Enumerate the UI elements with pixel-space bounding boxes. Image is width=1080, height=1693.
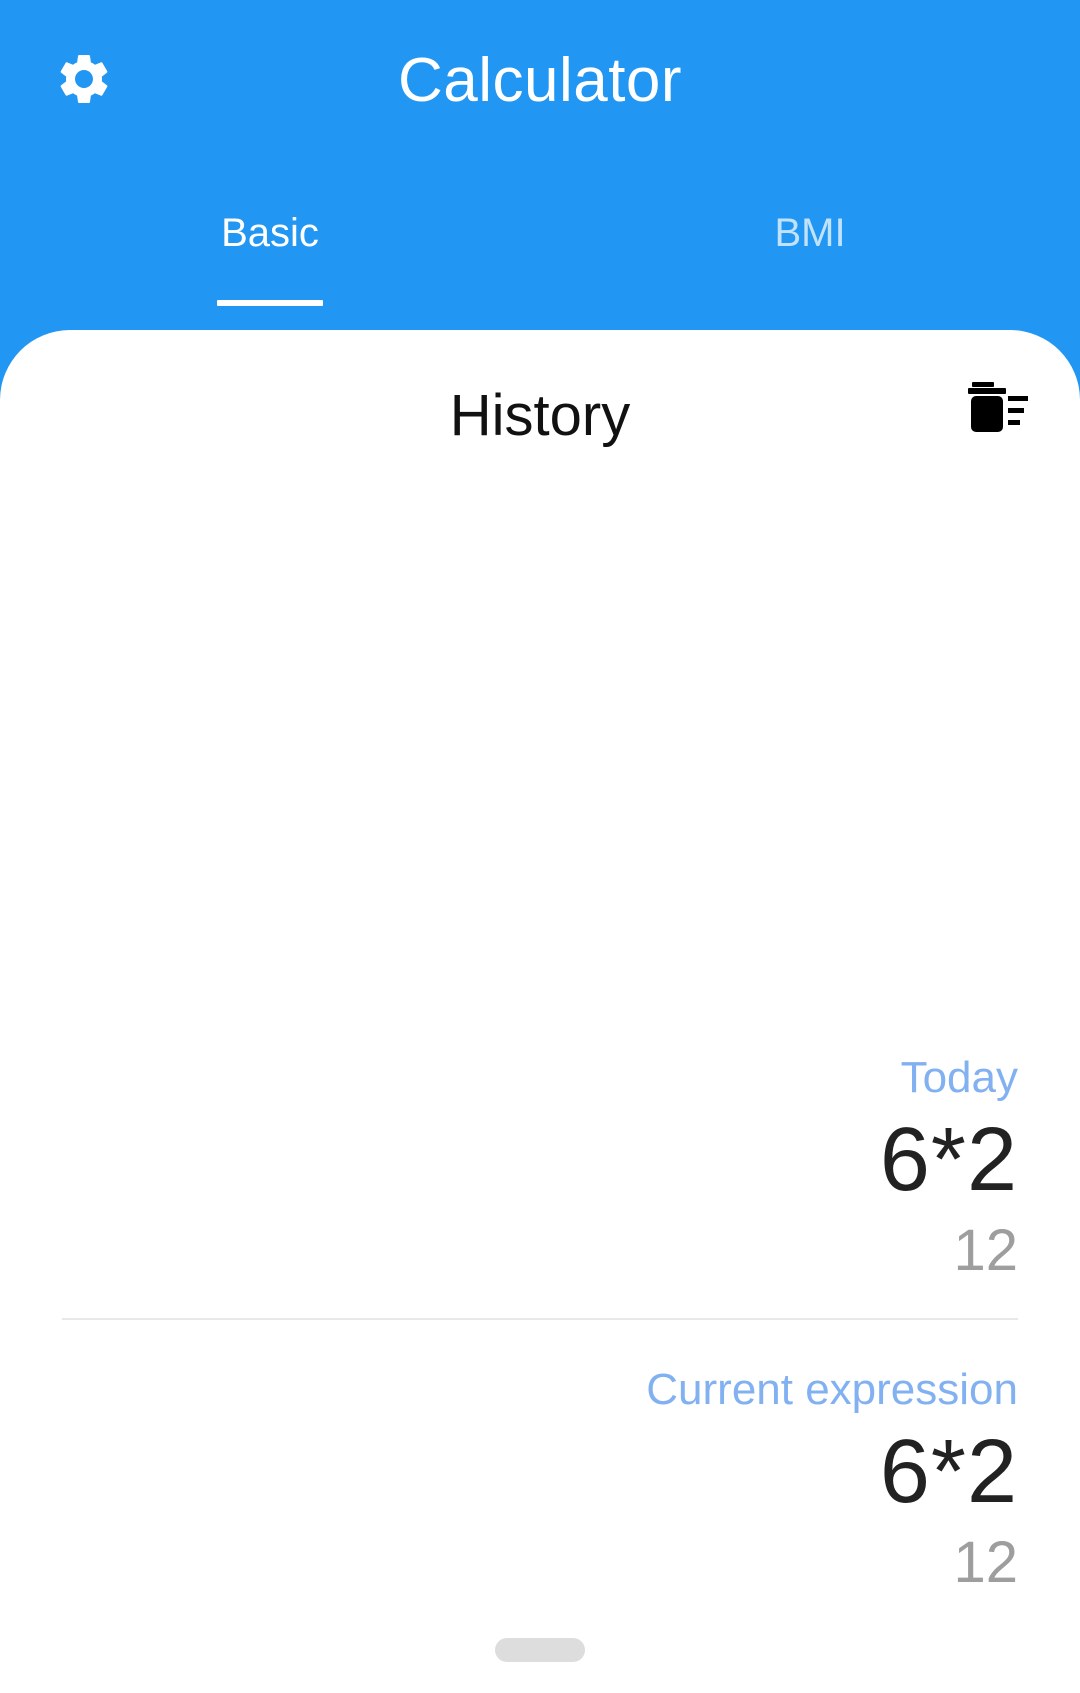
- drag-handle[interactable]: [495, 1638, 585, 1662]
- history-section-header: Today: [900, 1053, 1018, 1102]
- tab-bmi[interactable]: BMI: [540, 190, 1080, 310]
- app-bar: Calculator Basic BMI: [0, 0, 1080, 330]
- history-result: 12: [953, 1218, 1018, 1283]
- clear-history-button[interactable]: [968, 382, 1040, 448]
- history-entry-current[interactable]: Current expression 6*2 12: [118, 1362, 1018, 1600]
- tab-basic[interactable]: Basic: [0, 190, 540, 310]
- history-expression: 6*2: [879, 1110, 1018, 1210]
- tab-bar: Basic BMI: [0, 190, 1080, 330]
- tab-bmi-label: BMI: [774, 211, 846, 255]
- section-divider: [62, 1318, 1018, 1320]
- app-title: Calculator: [397, 46, 683, 115]
- tab-basic-label: Basic: [221, 211, 319, 255]
- current-result: 12: [953, 1530, 1018, 1595]
- current-expression-header: Current expression: [646, 1365, 1018, 1414]
- history-title: History: [449, 383, 631, 448]
- history-entry-today[interactable]: Today 6*2 12: [118, 1050, 1018, 1288]
- delete-sweep-icon: [968, 382, 1028, 432]
- current-expression: 6*2: [879, 1422, 1018, 1522]
- tab-active-indicator: [217, 300, 323, 306]
- history-sheet: History Today 6*2 12 Current expression …: [0, 330, 1080, 1693]
